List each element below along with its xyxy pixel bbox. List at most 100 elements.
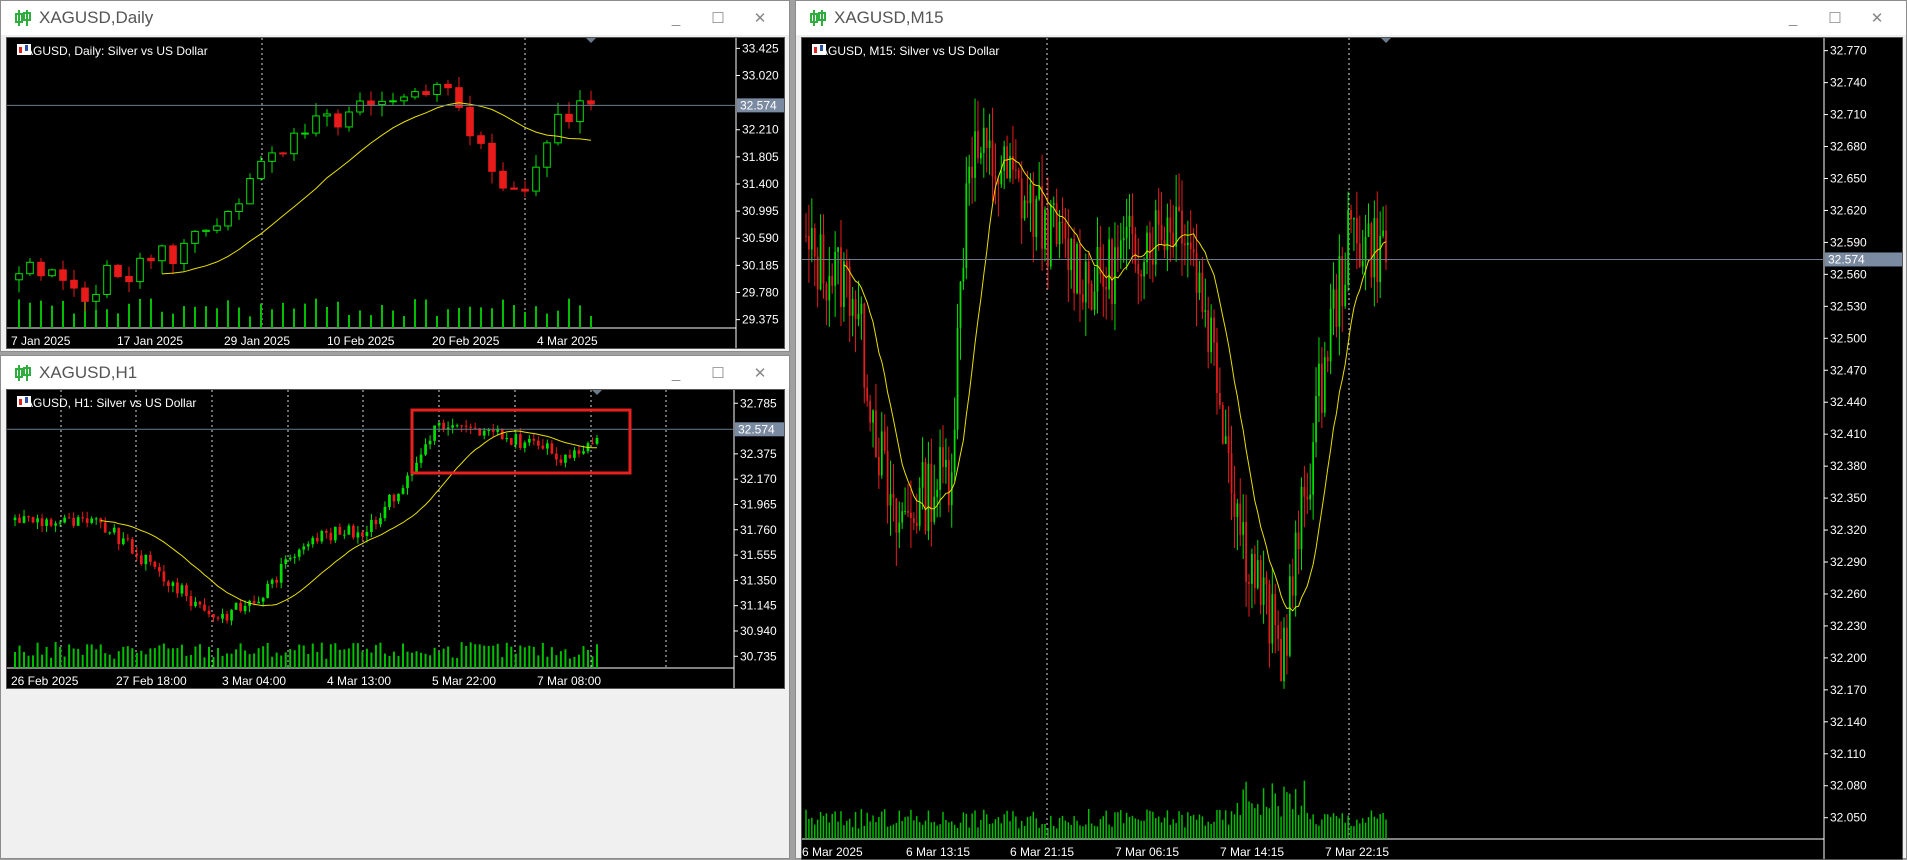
candle-body	[428, 440, 432, 445]
candle-body	[595, 437, 599, 444]
chart-m15[interactable]: XAGUSD, M15: Silver vs US Dollar 6 Mar 2…	[801, 37, 1903, 860]
candle-body	[509, 438, 513, 445]
titlebar-h1[interactable]: XAGUSD,H1 _ ☐ ✕	[1, 356, 789, 390]
minimize-button[interactable]: _	[655, 365, 697, 382]
candle-body	[126, 538, 130, 540]
minimize-button[interactable]: _	[1772, 10, 1814, 27]
candle-body	[1116, 247, 1119, 259]
candle-body	[392, 494, 396, 502]
candle-body	[573, 450, 576, 458]
price-tick-label: 30.590	[742, 231, 779, 245]
candle-body	[191, 230, 199, 244]
candle-body	[819, 234, 822, 290]
candle-body	[810, 228, 813, 250]
candle-body	[1154, 210, 1157, 265]
candle-body	[991, 140, 994, 177]
date-tick-label: 26 Feb 2025	[11, 674, 79, 688]
candle-body	[1335, 289, 1338, 327]
candle-body	[13, 517, 17, 521]
candle-body	[301, 132, 309, 135]
window-daily[interactable]: XAGUSD,Daily _ ☐ ✕ XAGUSD, Daily: Silver…	[0, 0, 790, 352]
candle-body	[216, 617, 220, 619]
date-tick-label: 7 Mar 06:15	[1115, 845, 1179, 859]
candle-body	[1358, 243, 1361, 267]
candle-body	[1221, 405, 1224, 444]
candle-body	[947, 460, 950, 506]
price-tick-label: 32.140	[1830, 715, 1867, 729]
minimize-button[interactable]: _	[655, 10, 697, 27]
candle-body	[886, 451, 889, 506]
current-price-label: 32.574	[740, 98, 777, 112]
maximize-button[interactable]: ☐	[697, 9, 739, 27]
candle-body	[482, 430, 486, 436]
m15-chart-canvas[interactable]: 6 Mar 2025 6 Mar 13:15 6 Mar 21:15 7 Mar 06…	[802, 38, 1903, 860]
candle-body	[541, 445, 545, 449]
candle-body	[1300, 487, 1303, 550]
date-tick-label: 6 Mar 21:15	[1010, 845, 1074, 859]
candle-body	[959, 281, 962, 328]
candle-body	[279, 152, 287, 155]
date-tick-label: 20 Feb 2025	[432, 334, 500, 348]
chart-daily[interactable]: XAGUSD, Daily: Silver vs US Dollar 7 Jan…	[6, 37, 785, 349]
h1-chart-canvas[interactable]: 26 Feb 2025 27 Feb 18:00 3 Mar 04:00 4 Mar …	[7, 390, 785, 689]
candle-body	[297, 549, 301, 557]
price-tick-label: 32.770	[1830, 44, 1867, 58]
close-button[interactable]: ✕	[1856, 9, 1898, 27]
candle-body	[1329, 308, 1332, 362]
window-h1[interactable]: XAGUSD,H1 _ ☐ ✕ XAGUSD, H1: Silver vs US…	[0, 355, 790, 859]
candle-body	[825, 283, 828, 301]
price-tick-label: 32.740	[1830, 76, 1867, 90]
candle-body	[1291, 576, 1294, 596]
candle-body	[117, 527, 121, 545]
candle-body	[532, 438, 536, 441]
candle-body	[1003, 146, 1006, 171]
price-tick-label: 32.530	[1830, 299, 1867, 313]
current-price-label: 32.574	[738, 422, 775, 436]
candle-body	[1338, 256, 1341, 327]
candle-body	[288, 557, 292, 560]
date-tick-label: 17 Jan 2025	[117, 334, 183, 348]
window-m15[interactable]: XAGUSD,M15 _ ☐ ✕ XAGUSD, M15: Silver vs …	[795, 0, 1907, 860]
candle-body	[550, 443, 554, 454]
candle-body	[389, 100, 397, 103]
candle-body	[857, 313, 860, 320]
candle-body	[1149, 232, 1151, 259]
candlestick-app-icon	[15, 365, 31, 381]
candle-body	[333, 526, 337, 541]
maximize-button[interactable]: ☐	[697, 364, 739, 382]
candle-body	[892, 494, 895, 499]
candle-body	[1084, 261, 1087, 303]
maximize-button[interactable]: ☐	[1814, 9, 1856, 27]
candle-body	[1184, 243, 1186, 246]
candle-body	[1146, 232, 1148, 263]
daily-chart-canvas[interactable]: 7 Jan 2025 17 Jan 2025 29 Jan 2025 10 Feb 2…	[7, 38, 785, 349]
symbol-label: XAGUSD, H1: Silver vs US Dollar	[17, 396, 197, 410]
titlebar-m15[interactable]: XAGUSD,M15 _ ☐ ✕	[796, 1, 1906, 35]
candle-body	[1207, 310, 1210, 353]
candle-body	[1006, 146, 1008, 179]
titlebar-daily[interactable]: XAGUSD,Daily _ ☐ ✕	[1, 1, 789, 35]
date-tick-label: 7 Mar 08:00	[537, 674, 601, 688]
candle-body	[1253, 553, 1256, 588]
price-tick-label: 30.185	[742, 258, 779, 272]
price-tick-label: 32.785	[740, 396, 777, 410]
candle-body	[424, 444, 427, 455]
chart-h1[interactable]: XAGUSD, H1: Silver vs US Dollar 26 Feb 2…	[6, 389, 785, 689]
candle-body	[1000, 170, 1003, 185]
candle-body	[936, 489, 939, 497]
candle-body	[568, 454, 572, 458]
candle-body	[930, 463, 933, 522]
candle-body	[1052, 203, 1055, 205]
candle-body	[406, 475, 409, 489]
candle-body	[1256, 560, 1259, 588]
candle-body	[1201, 272, 1204, 312]
candle-body	[564, 454, 567, 463]
close-button[interactable]: ✕	[739, 364, 781, 382]
price-tick-label: 32.590	[1830, 235, 1867, 249]
candle-body	[1038, 186, 1041, 200]
candle-body	[1303, 487, 1306, 497]
candle-body	[889, 494, 892, 506]
candle-body	[863, 303, 866, 388]
price-tick-label: 32.410	[1830, 427, 1867, 441]
close-button[interactable]: ✕	[739, 9, 781, 27]
